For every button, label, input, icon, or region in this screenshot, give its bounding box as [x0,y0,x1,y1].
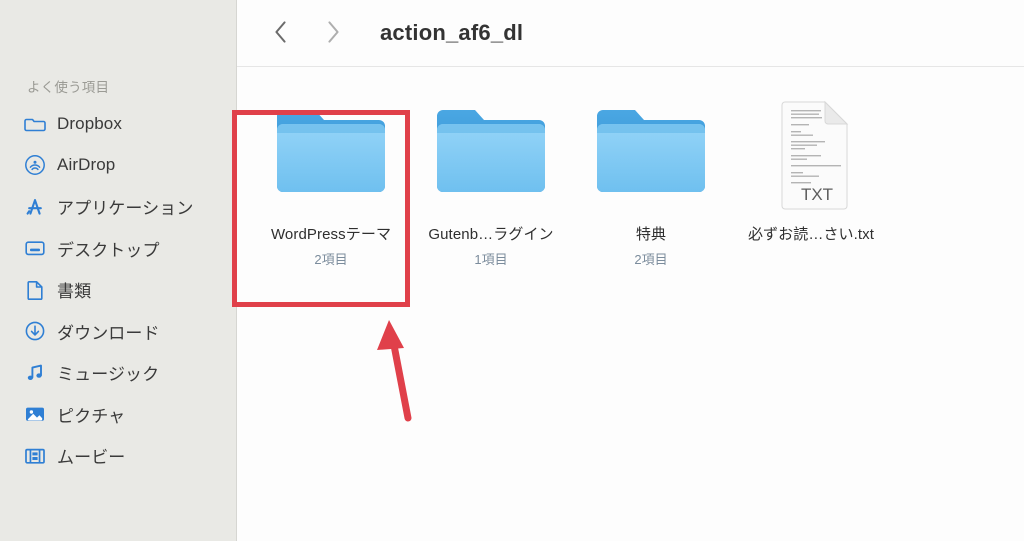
toolbar: action_af6_dl [237,0,1024,67]
forward-button[interactable] [316,16,350,50]
sidebar-list: Dropbox AirDrop アプリケーション デスクトップ 書類 ダウンロー… [0,103,236,477]
applications-icon [24,196,46,218]
folder-icon [587,98,715,210]
sidebar-item-pictures[interactable]: ピクチャ [0,394,236,436]
sidebar-item-label: AirDrop [57,155,116,175]
sidebar-item-desktop[interactable]: デスクトップ [0,228,236,270]
document-icon [24,279,46,301]
page-title: action_af6_dl [380,20,524,45]
grid-row: WordPressテーマ 2項目 Gutenb…ラグイン 1項目 特典 2項目 … [251,88,1024,268]
text-file-icon: TXT [747,98,875,210]
file-item-name: 特典 [635,226,667,243]
sidebar-item-airdrop[interactable]: AirDrop [0,145,236,187]
main-pane: action_af6_dl WordPressテーマ 2項目 Gutenb…ラグ… [237,0,1024,541]
file-icon-grid: WordPressテーマ 2項目 Gutenb…ラグイン 1項目 特典 2項目 … [237,66,1024,541]
file-item-gutenberg-plugin[interactable]: Gutenb…ラグイン 1項目 [411,88,571,268]
file-item-wordpress-theme[interactable]: WordPressテーマ 2項目 [251,88,411,268]
sidebar-item-music[interactable]: ミュージック [0,352,236,394]
back-button[interactable] [264,16,298,50]
sidebar-item-label: ムービー [57,448,126,468]
folder-icon [24,113,46,135]
desktop-icon [24,237,46,259]
sidebar-item-documents[interactable]: 書類 [0,269,236,311]
chevron-right-icon [323,19,343,48]
sidebar-item-label: 書類 [57,282,92,302]
file-type-badge: TXT [801,185,833,204]
file-item-bonus[interactable]: 特典 2項目 [571,88,731,268]
file-item-name: 必ずお読…さい.txt [747,226,875,243]
file-item-count: 1項目 [474,252,508,267]
sidebar-item-movies[interactable]: ムービー [0,435,236,477]
sidebar-item-dropbox[interactable]: Dropbox [0,103,236,145]
file-item-readme-txt[interactable]: TXT 必ずお読…さい.txt [731,88,891,249]
finder-window: よく使う項目 Dropbox AirDrop アプリケーション デスクトップ 書… [0,0,1024,541]
sidebar-item-label: ミュージック [57,365,160,385]
sidebar-section-title: よく使う項目 [27,80,110,95]
file-item-count: 2項目 [314,252,348,267]
music-note-icon [24,362,46,384]
folder-icon [267,98,395,210]
picture-icon [24,403,46,425]
airdrop-icon [24,154,46,176]
sidebar-item-label: デスクトップ [57,240,160,260]
sidebar-item-label: アプリケーション [57,199,194,219]
sidebar-item-applications[interactable]: アプリケーション [0,186,236,228]
chevron-left-icon [271,19,291,48]
downloads-icon [24,320,46,342]
file-item-count: 2項目 [634,252,668,267]
movie-film-icon [24,445,46,467]
file-item-name: Gutenb…ラグイン [428,226,554,243]
sidebar-item-label: Dropbox [57,113,122,133]
sidebar-item-label: ピクチャ [57,406,126,426]
sidebar-item-downloads[interactable]: ダウンロード [0,311,236,353]
sidebar-item-label: ダウンロード [57,323,160,343]
folder-icon [427,98,555,210]
file-item-name: WordPressテーマ [270,226,392,243]
sidebar: よく使う項目 Dropbox AirDrop アプリケーション デスクトップ 書… [0,0,237,541]
